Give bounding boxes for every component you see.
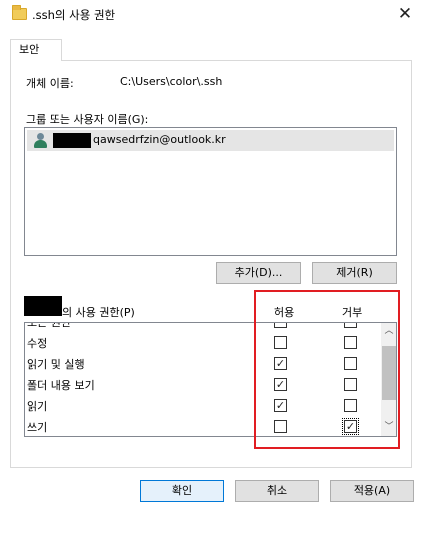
redacted-block [24, 296, 62, 316]
groups-users-label: 그룹 또는 사용자 이름(G): [26, 113, 149, 126]
add-button[interactable]: 추가(D)... [216, 262, 301, 284]
permission-name: 읽기 및 실행 [27, 358, 85, 371]
remove-button[interactable]: 제거(R) [312, 262, 397, 284]
permissions-list[interactable]: 모든 권한 수정 읽기 및 실행 ✓ 폴더 내용 보기 ✓ 읽기 ✓ 쓰기 ✓ … [24, 322, 397, 437]
permission-name: 폴더 내용 보기 [27, 379, 95, 392]
allow-checkbox[interactable]: ✓ [274, 378, 287, 391]
ok-button[interactable]: 확인 [140, 480, 224, 502]
tab-security[interactable]: 보안 [10, 39, 62, 61]
permission-row-write: 쓰기 ✓ [25, 416, 381, 436]
permission-name: 읽기 [27, 400, 48, 413]
deny-checkbox[interactable] [344, 357, 357, 370]
scroll-down-icon[interactable]: ﹀ [381, 419, 396, 436]
user-name: qawsedrfzin@outlook.kr [93, 133, 226, 146]
permission-name: 쓰기 [27, 421, 48, 434]
redacted-block [53, 133, 91, 148]
folder-icon [12, 5, 27, 20]
object-name-value: C:\Users\color\.ssh [120, 75, 223, 88]
deny-checkbox[interactable] [344, 378, 357, 391]
user-icon [33, 133, 47, 149]
list-item-user[interactable]: qawsedrfzin@outlook.kr [27, 130, 394, 151]
permission-row-modify: 수정 [25, 332, 381, 353]
close-button[interactable]: ✕ [392, 3, 418, 25]
permission-row-list-folder: 폴더 내용 보기 ✓ [25, 374, 381, 395]
deny-checkbox[interactable]: ✓ [342, 418, 359, 435]
allow-checkbox[interactable]: ✓ [274, 399, 287, 412]
permission-row-read-execute: 읽기 및 실행 ✓ [25, 353, 381, 374]
apply-button[interactable]: 적용(A) [330, 480, 414, 502]
scroll-thumb[interactable] [382, 346, 396, 400]
deny-checkbox[interactable] [344, 336, 357, 349]
allow-checkbox[interactable] [274, 336, 287, 349]
cancel-button[interactable]: 취소 [235, 480, 319, 502]
deny-checkbox[interactable] [344, 323, 357, 328]
permission-name: 모든 권한 [27, 322, 71, 329]
permissions-scrollbar[interactable]: ︿ ﹀ [381, 323, 396, 436]
permission-row-read: 읽기 ✓ [25, 395, 381, 416]
allow-checkbox[interactable]: ✓ [274, 357, 287, 370]
allow-column-header: 허용 [274, 306, 295, 319]
permissions-label: 의 사용 권한(P) [62, 306, 135, 319]
scroll-up-icon[interactable]: ︿ [381, 323, 396, 340]
deny-checkbox[interactable] [344, 399, 357, 412]
permission-row-full-control: 모든 권한 [25, 322, 381, 332]
groups-users-list[interactable]: qawsedrfzin@outlook.kr [24, 127, 397, 256]
deny-column-header: 거부 [342, 306, 363, 319]
object-name-label: 개체 이름: [26, 77, 74, 90]
allow-checkbox[interactable] [274, 420, 287, 433]
allow-checkbox[interactable] [274, 323, 287, 328]
window-title: .ssh의 사용 권한 [32, 8, 116, 22]
title-bar: .ssh의 사용 권한 ✕ [0, 0, 421, 30]
permission-name: 수정 [27, 337, 48, 350]
